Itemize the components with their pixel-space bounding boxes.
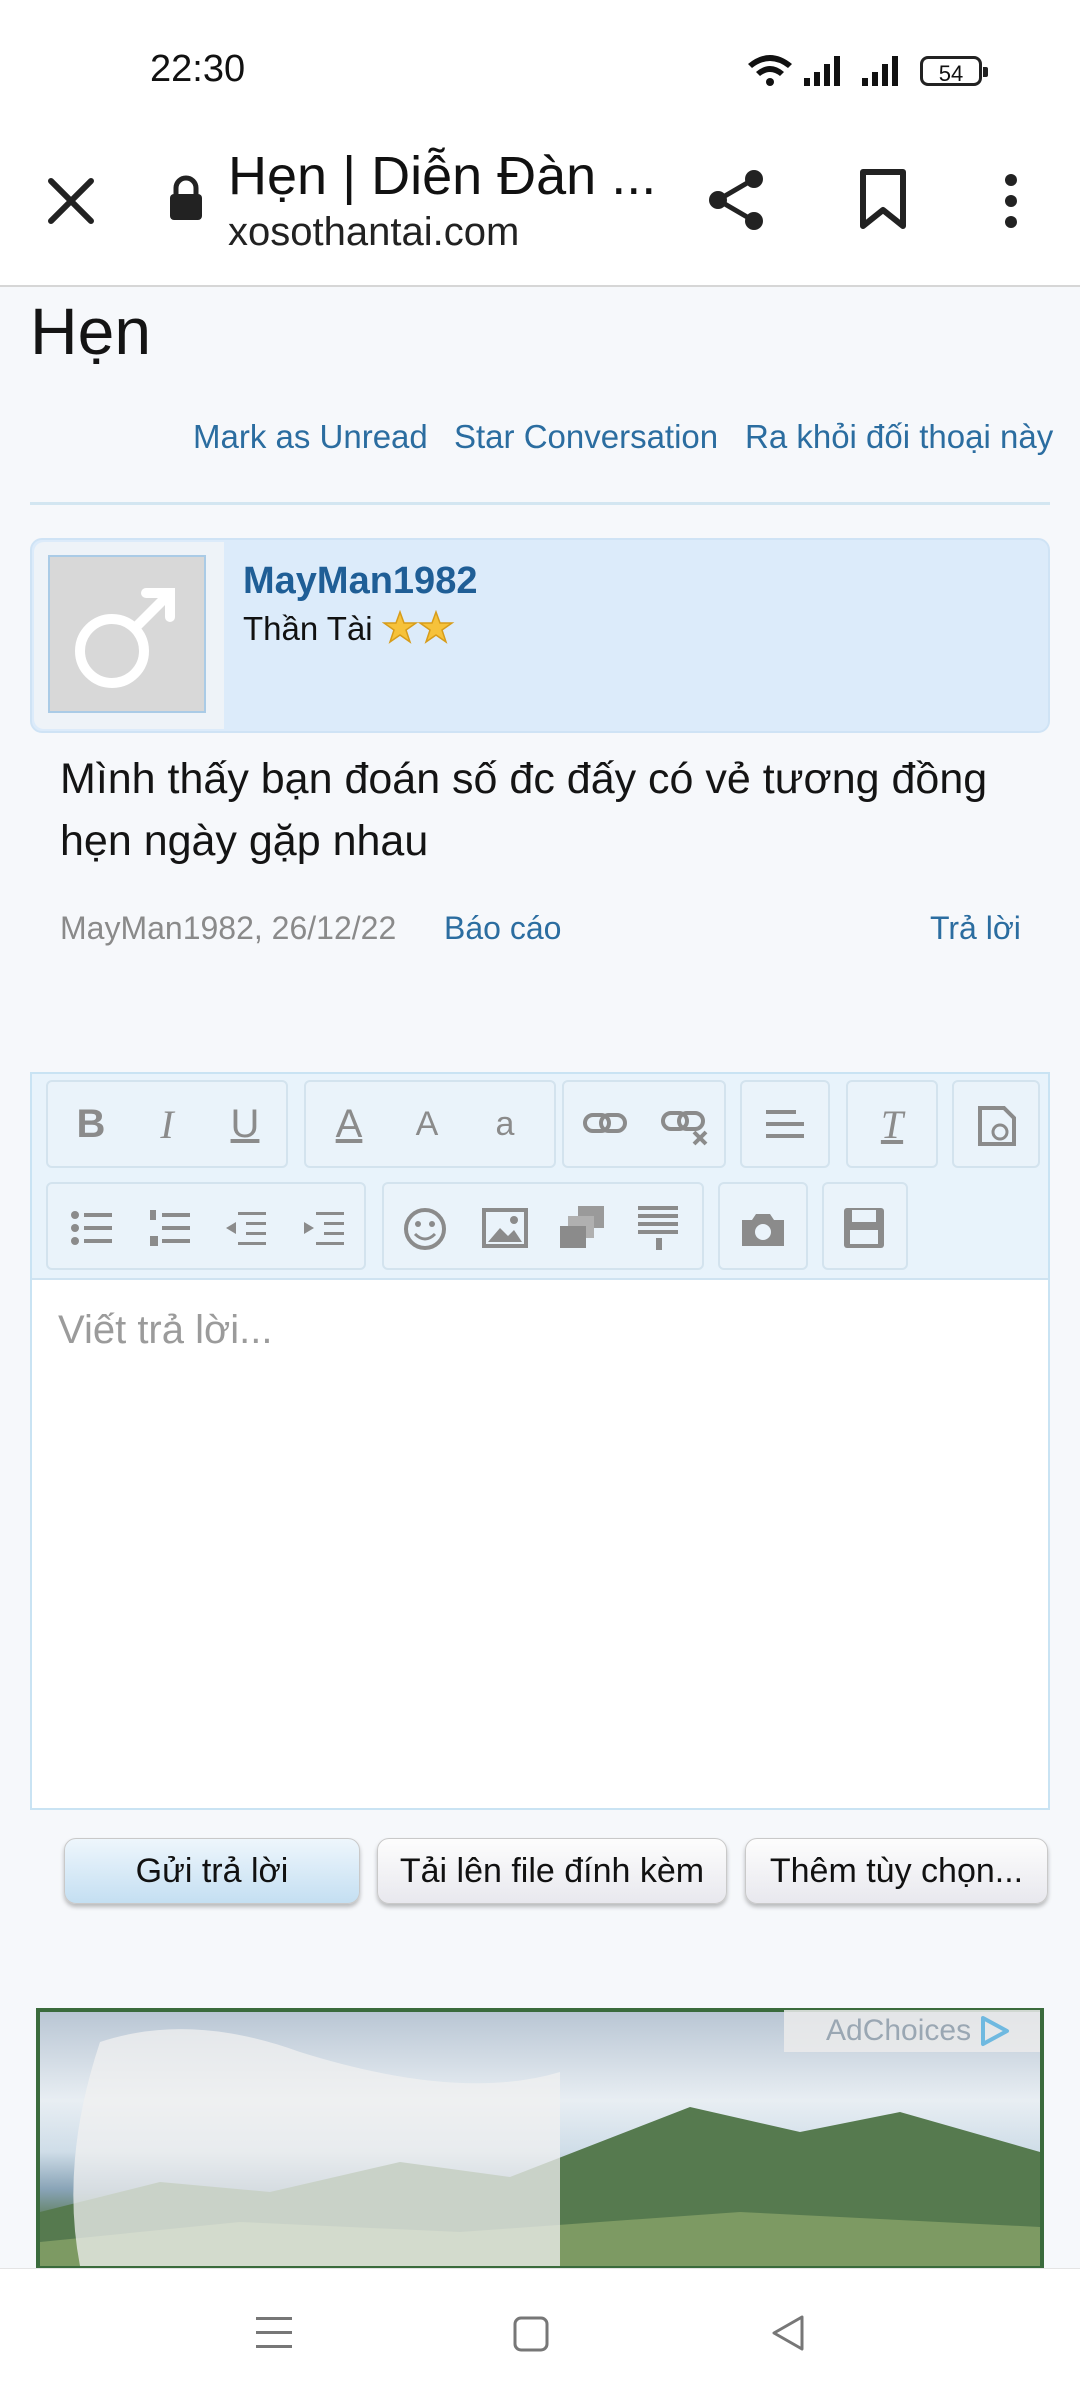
bold-button[interactable]: B bbox=[55, 1088, 127, 1160]
font-family-button[interactable]: a bbox=[469, 1088, 541, 1160]
align-icon[interactable] bbox=[764, 1108, 806, 1142]
avatar[interactable] bbox=[48, 555, 206, 713]
adchoices-icon bbox=[981, 2016, 1010, 2046]
bullet-list-icon[interactable] bbox=[70, 1208, 114, 1248]
message-meta: MayMan1982, 26/12/22 bbox=[60, 910, 397, 946]
recents-menu-icon[interactable] bbox=[254, 2315, 294, 2351]
star-rank-icon bbox=[381, 609, 455, 644]
indent-icon[interactable] bbox=[302, 1208, 346, 1248]
image-icon[interactable] bbox=[482, 1208, 528, 1248]
battery-icon: 54 bbox=[920, 56, 988, 86]
user-title-text: Thần Tài bbox=[243, 610, 373, 647]
status-time: 22:30 bbox=[150, 48, 246, 90]
adchoices-text: AdChoices bbox=[826, 2014, 972, 2047]
lock-icon[interactable] bbox=[168, 175, 204, 221]
share-icon[interactable] bbox=[706, 167, 768, 233]
url-text[interactable]: xosothantai.com bbox=[228, 210, 519, 255]
mark-unread-link[interactable]: Mark as Unread bbox=[193, 418, 428, 456]
more-vert-icon[interactable] bbox=[999, 172, 1023, 230]
camera-icon[interactable] bbox=[738, 1210, 788, 1248]
italic-button[interactable]: I bbox=[131, 1088, 203, 1160]
submit-reply-button[interactable]: Gửi trả lời bbox=[64, 1838, 360, 1904]
username-link[interactable]: MayMan1982 bbox=[243, 560, 477, 603]
numbered-list-icon[interactable] bbox=[148, 1208, 192, 1248]
outdent-icon[interactable] bbox=[224, 1208, 268, 1248]
editor-placeholder[interactable]: Viết trả lời... bbox=[58, 1308, 272, 1353]
back-icon[interactable] bbox=[770, 2313, 806, 2353]
adchoices-label[interactable]: AdChoices bbox=[784, 2010, 1040, 2052]
signal-icon-2 bbox=[862, 56, 898, 86]
male-symbol-icon bbox=[75, 588, 175, 688]
report-link[interactable]: Báo cáo bbox=[444, 910, 561, 947]
quote-icon[interactable] bbox=[636, 1204, 682, 1252]
bookmark-icon[interactable] bbox=[858, 168, 908, 230]
remove-format-button[interactable]: T bbox=[856, 1088, 928, 1160]
message-text: Mình thấy bạn đoán số đc đấy có vẻ tương… bbox=[60, 755, 988, 865]
more-options-button[interactable]: Thêm tùy chọn... bbox=[745, 1838, 1048, 1904]
star-conversation-link[interactable]: Star Conversation bbox=[454, 418, 718, 456]
wifi-icon bbox=[748, 55, 792, 86]
page-title-bar[interactable]: Hẹn | Diễn Đàn ... bbox=[228, 145, 656, 207]
smilie-icon[interactable] bbox=[402, 1206, 448, 1252]
link-icon[interactable] bbox=[582, 1108, 628, 1138]
conversation-title: Hẹn bbox=[30, 294, 152, 368]
upload-attachment-button[interactable]: Tải lên file đính kèm bbox=[377, 1838, 727, 1904]
save-draft-icon[interactable] bbox=[842, 1206, 886, 1250]
underline-button[interactable]: U bbox=[209, 1088, 281, 1160]
user-title: Thần Tài bbox=[243, 609, 456, 648]
close-icon[interactable] bbox=[46, 176, 96, 226]
signal-icon bbox=[804, 56, 840, 86]
signal-wifi-icons bbox=[748, 55, 898, 86]
leave-conversation-link[interactable]: Ra khỏi đối thoại này bbox=[745, 418, 1053, 456]
font-size-button[interactable]: A bbox=[391, 1088, 463, 1160]
smilie-insert-icon[interactable] bbox=[976, 1104, 1018, 1148]
home-icon[interactable] bbox=[512, 2315, 550, 2353]
divider bbox=[30, 502, 1050, 505]
unlink-icon[interactable] bbox=[660, 1106, 710, 1146]
reply-link[interactable]: Trả lời bbox=[930, 910, 1021, 947]
text-color-button[interactable]: A bbox=[313, 1088, 385, 1160]
media-icon[interactable] bbox=[558, 1204, 608, 1252]
